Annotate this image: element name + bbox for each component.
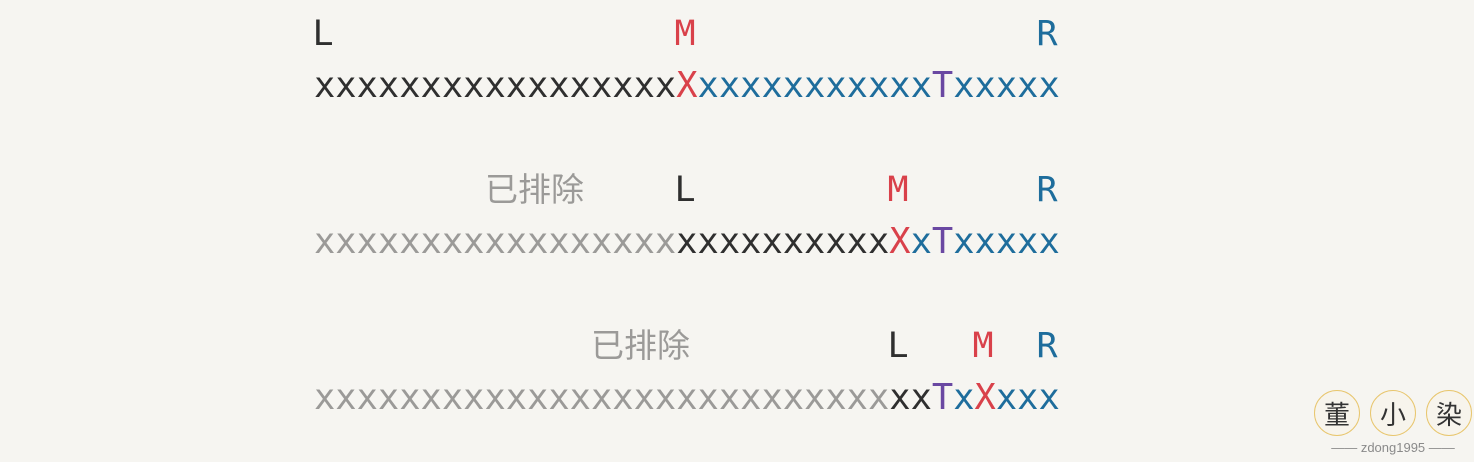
right-range: xxxxx — [953, 65, 1060, 106]
left-pointer-label: L — [312, 14, 334, 54]
seal-char: 染 — [1426, 390, 1472, 436]
mid-pointer-label: M — [887, 170, 909, 210]
right-range: xxx — [995, 377, 1060, 418]
right-pointer-label: R — [1036, 326, 1058, 366]
active-range: xxxxxxxxxx — [676, 221, 890, 262]
target-element: T — [931, 65, 954, 106]
left-pointer-label: L — [887, 326, 909, 366]
excluded-label: 已排除 — [485, 170, 584, 209]
target-element: T — [931, 377, 954, 418]
array-row: xxxxxxxxxxxxxxxxxxxxxxxxxxxXxTxxxxx — [314, 222, 1060, 262]
array-row: xxxxxxxxxxxxxxxxxXxxxxxxxxxxxTxxxxx — [314, 66, 1060, 106]
target-element: T — [931, 221, 954, 262]
mid-element: X — [676, 65, 698, 106]
author-signature: —— zdong1995 —— — [1331, 440, 1455, 455]
mid-pointer-label: M — [972, 326, 994, 366]
seal-char: 小 — [1370, 390, 1416, 436]
left-pointer-label: L — [674, 170, 696, 210]
excluded-range: xxxxxxxxxxxxxxxxx — [314, 221, 677, 262]
right-range: xxxxx — [953, 221, 1060, 262]
right-range: xxxxxxxxxxx — [697, 65, 932, 106]
mid-pointer-label: M — [674, 14, 696, 54]
mid-element: X — [974, 377, 996, 418]
right-range: x — [953, 377, 975, 418]
mid-element: X — [889, 221, 911, 262]
right-pointer-label: R — [1036, 170, 1058, 210]
seal-char: 董 — [1314, 390, 1360, 436]
excluded-label: 已排除 — [591, 326, 690, 365]
excluded-range: xxxxxxxxxxxxxxxxxxxxxxxxxxx — [314, 377, 890, 418]
active-range: xxxxxxxxxxxxxxxxx — [314, 65, 677, 106]
active-range: xx — [889, 377, 932, 418]
array-row: xxxxxxxxxxxxxxxxxxxxxxxxxxxxxTxXxxx — [314, 378, 1060, 418]
right-pointer-label: R — [1036, 14, 1058, 54]
right-range: x — [910, 221, 932, 262]
